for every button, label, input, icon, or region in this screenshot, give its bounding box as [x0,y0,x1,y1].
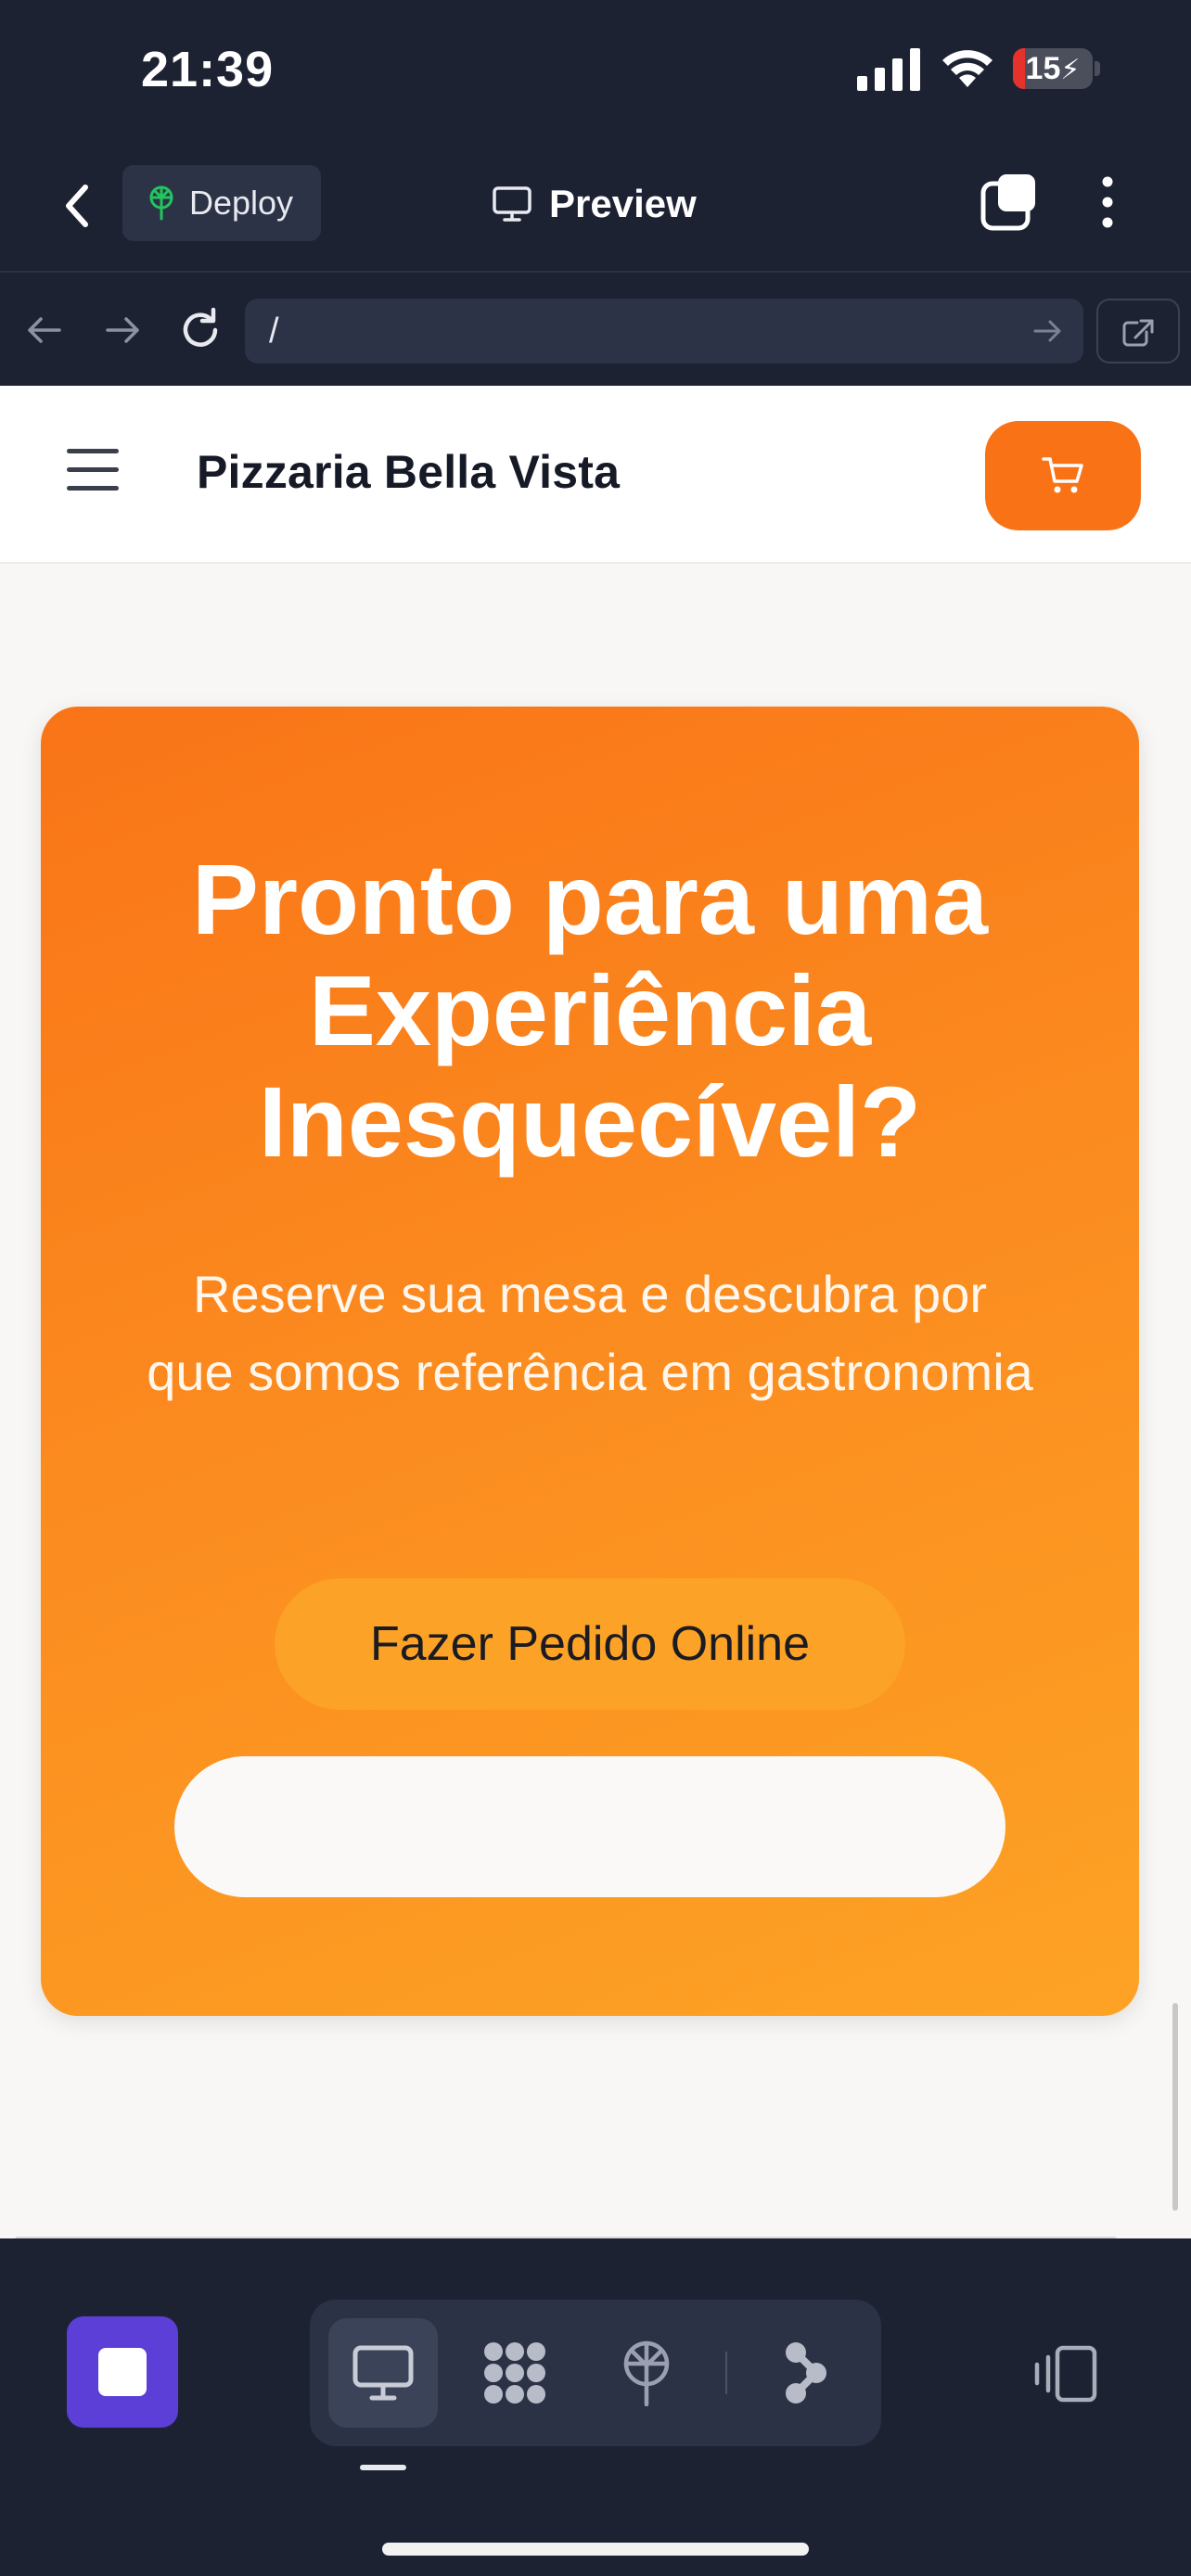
app-toolbar: Deploy Preview [0,139,1191,273]
horizontal-scrollbar[interactable] [15,2237,1117,2238]
cta-card: Pronto para uma Experiência Inesquecível… [41,707,1139,2016]
monitor-icon [352,2345,414,2401]
preview-title[interactable]: Preview [492,176,697,232]
order-online-label: Fazer Pedido Online [369,1617,811,1671]
wifi-icon [942,50,992,87]
deploy-button[interactable]: Deploy [122,165,321,241]
browser-nav-bar: / [0,274,1191,386]
home-indicator[interactable] [382,2543,809,2556]
preview-label: Preview [549,182,697,225]
url-input[interactable]: / [245,299,1083,363]
stop-icon [98,2348,147,2396]
charging-icon: ⚡ [1060,55,1081,85]
status-time: 21:39 [141,42,275,97]
cta-title: Pronto para uma Experiência Inesquecível… [191,843,989,1178]
arrow-left-icon[interactable] [19,304,70,356]
cta-subtitle: Reserve sua mesa e descubra por que somo… [147,1265,1033,1401]
open-external-button[interactable] [1096,299,1180,363]
cart-button[interactable] [985,421,1141,530]
vertical-scrollbar[interactable] [1172,2003,1178,2211]
stop-button[interactable] [67,2316,178,2428]
deploy-icon [149,185,173,221]
preview-view-button[interactable] [328,2318,438,2428]
external-link-icon [1122,319,1154,347]
battery-percent: 15 [1025,51,1061,86]
deploy-icon [623,2340,670,2406]
cellular-signal-icon [857,48,920,91]
deploy-view-button[interactable] [592,2318,701,2428]
site-header: Pizzaria Bella Vista [0,386,1191,564]
status-bar: 21:39 15⚡ [0,0,1191,139]
url-path: / [269,312,279,351]
secondary-cta-button[interactable] [174,1756,1005,1897]
go-arrow-icon[interactable] [1031,315,1063,347]
cart-icon [1042,457,1083,493]
devices-icon[interactable] [1030,2337,1104,2411]
monitor-icon [493,186,531,222]
menu-icon[interactable] [67,449,119,493]
order-online-button[interactable]: Fazer Pedido Online [275,1578,905,1710]
view-switcher [310,2300,881,2446]
reload-icon[interactable] [174,304,226,356]
more-vertical-icon[interactable] [1082,172,1133,232]
bottom-toolbar [0,2261,1191,2576]
site-title[interactable]: Pizzaria Bella Vista [197,445,620,499]
tabs-icon[interactable] [980,172,1039,232]
branch-view-button[interactable] [749,2318,859,2428]
branch-icon [786,2342,826,2404]
active-view-indicator [360,2465,406,2470]
chevron-left-icon[interactable] [52,176,104,236]
deploy-label: Deploy [189,184,294,222]
battery-indicator: 15⚡ [1013,48,1100,89]
apps-view-button[interactable] [460,2318,570,2428]
arrow-right-icon[interactable] [96,304,148,356]
apps-grid-icon [484,2342,545,2404]
web-preview: Pizzaria Bella Vista Pronto para uma Exp… [0,386,1191,2238]
